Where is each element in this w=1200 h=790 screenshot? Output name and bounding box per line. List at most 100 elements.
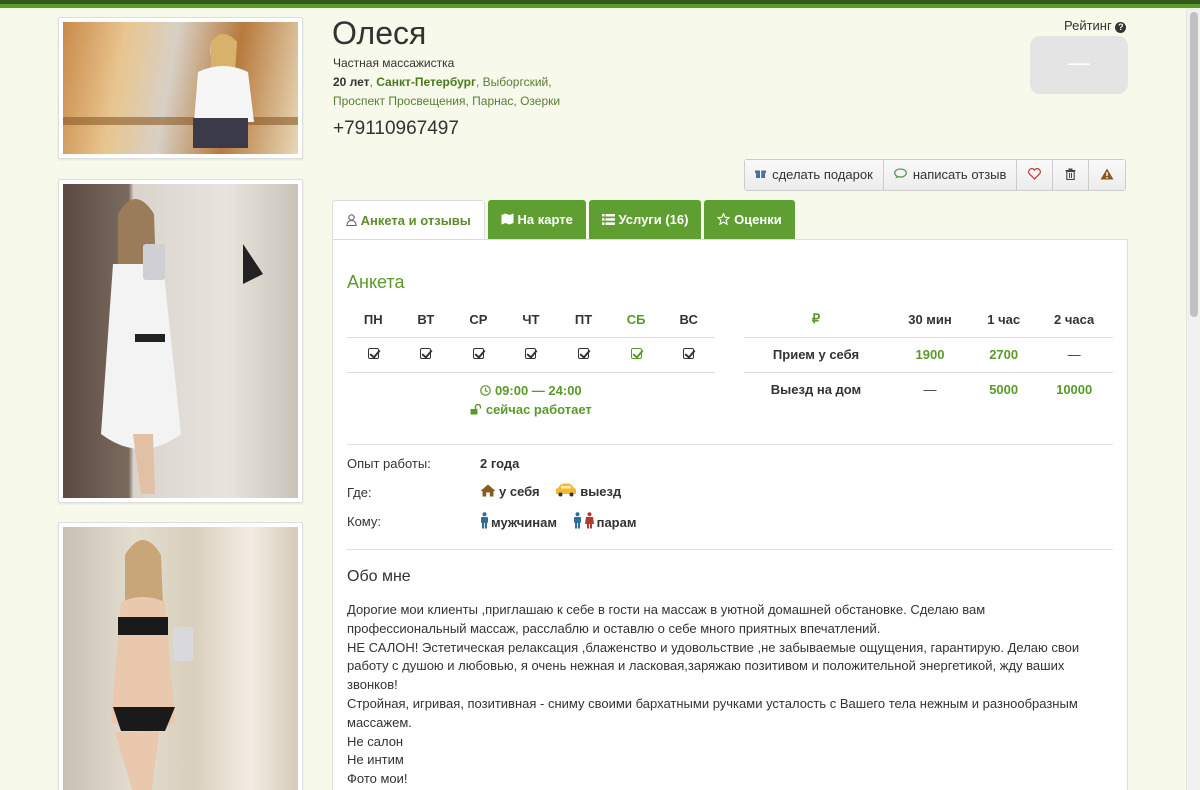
where-home: у себя	[499, 484, 540, 499]
profile-location: 20 лет, Санкт-Петербург, Выборгский, Про…	[333, 75, 561, 108]
couple-icon	[573, 512, 595, 532]
experience-value: 2 года	[480, 456, 520, 471]
top-bar	[0, 0, 1200, 8]
rating-label: Рейтинг ?	[1064, 18, 1127, 33]
check-icon	[525, 348, 537, 359]
check-icon	[420, 348, 432, 359]
delete-button[interactable]	[1053, 160, 1090, 190]
check-icon	[472, 348, 484, 359]
gift-button-label: сделать подарок	[772, 167, 873, 182]
profile-name: Олеся	[332, 15, 427, 51]
about-paragraph: Не салон	[347, 733, 404, 749]
about-heading: Обо мне	[347, 568, 411, 585]
trash-icon	[1065, 167, 1076, 182]
where-outcall: выезд	[580, 484, 622, 499]
price-column-header: 1 час	[987, 311, 1021, 327]
about-text: Дорогие мои клиенты ,приглашаю к себе в …	[347, 601, 1107, 789]
warning-icon	[1100, 167, 1114, 182]
price-row-label: Прием у себя	[744, 336, 888, 373]
experience-label: Опыт работы:	[347, 456, 431, 471]
profile-photo-1[interactable]	[58, 17, 303, 159]
day-header: ПТ	[574, 311, 593, 327]
anketa-heading: Анкета	[347, 272, 405, 292]
price-table: ₽ 30 мин 1 час 2 часа Прием у себя 1900 …	[744, 302, 1113, 407]
map-icon	[501, 212, 514, 227]
about-paragraph: Дорогие мои клиенты ,приглашаю к себе в …	[347, 602, 986, 636]
districts-line1[interactable]: , Выборгский,	[476, 75, 552, 89]
day-header: ВС	[679, 311, 698, 327]
working-status: сейчас работает	[485, 402, 592, 417]
whom-value: мужчинам парам	[480, 512, 648, 532]
check-icon	[683, 348, 695, 359]
question-circle-icon[interactable]: ?	[1115, 22, 1127, 33]
day-header-highlight: СБ	[626, 311, 646, 327]
profile-photo-3[interactable]	[58, 522, 303, 790]
price-row-label: Выезд на дом	[770, 382, 862, 398]
write-review-label: написать отзыв	[912, 167, 1007, 182]
price-cell: —	[923, 382, 937, 398]
divider	[347, 444, 1113, 445]
comment-icon	[893, 168, 910, 182]
taxi-icon	[555, 483, 577, 500]
profile-photo-2[interactable]	[58, 179, 303, 503]
profile-phone[interactable]: +79110967497	[333, 118, 459, 140]
hours-text: 09:00 — 24:00	[494, 383, 582, 398]
day-header: СР	[469, 311, 488, 327]
where-label: Где:	[347, 485, 372, 500]
tab-ratings-label: Оценки	[734, 212, 782, 227]
working-hours: 09:00 — 24:00 сейчас работает	[347, 381, 715, 419]
male-icon	[480, 512, 489, 532]
user-icon	[346, 213, 357, 228]
clock-icon	[480, 383, 492, 398]
whom-couples: парам	[596, 515, 637, 530]
page-scrollbar[interactable]	[1186, 8, 1200, 790]
action-button-group: сделать подарок написать отзыв	[744, 159, 1127, 191]
price-cell: —	[1035, 336, 1113, 373]
heart-icon	[1028, 167, 1042, 182]
about-paragraph: Стройная, игривая, позитивная - сниму св…	[347, 695, 1078, 730]
day-header: ЧТ	[522, 311, 540, 327]
check-icon	[367, 348, 379, 359]
currency-header: ₽	[811, 311, 821, 327]
day-header: ВТ	[417, 311, 435, 327]
scrollbar-thumb[interactable]	[1190, 12, 1198, 317]
tab-map-label: На карте	[517, 212, 573, 227]
report-button[interactable]	[1089, 160, 1126, 190]
tab-profile-reviews[interactable]: Анкета и отзывы	[332, 200, 485, 240]
price-cell: 1900	[888, 336, 972, 373]
price-cell: 10000	[1056, 382, 1093, 398]
price-cell: 2700	[971, 336, 1036, 373]
where-value: у себя выезд	[480, 483, 633, 500]
tab-services[interactable]: Услуги (16)	[588, 200, 702, 240]
districts-line2[interactable]: Проспект Просвещения, Парнас, Озерки	[333, 94, 560, 108]
list-icon	[601, 212, 615, 227]
write-review-button[interactable]: написать отзыв	[883, 160, 1018, 190]
schedule-table: ПН ВТ СР ЧТ ПТ СБ ВС	[347, 302, 715, 373]
tab-services-label: Услуги (16)	[618, 212, 689, 227]
unlock-icon	[470, 402, 482, 417]
price-cell: 5000	[989, 382, 1019, 398]
divider	[347, 549, 1113, 550]
about-paragraph: Фото мои!	[347, 771, 408, 787]
favorite-button[interactable]	[1017, 160, 1054, 190]
price-column-header: 2 часа	[1054, 311, 1095, 327]
home-icon	[480, 484, 496, 500]
profile-subtitle: Частная массажистка	[333, 56, 455, 70]
check-icon	[578, 348, 590, 359]
whom-label: Кому:	[347, 514, 381, 529]
city-link[interactable]: Санкт-Петербург	[376, 75, 476, 89]
tab-profile-reviews-label: Анкета и отзывы	[360, 213, 471, 228]
day-header: ПН	[363, 311, 383, 327]
profile-age: 20 лет	[333, 75, 370, 89]
profile-tabs: Анкета и отзывы На карте Услуги (16) Оце…	[332, 200, 798, 240]
rating-label-text: Рейтинг	[1064, 18, 1112, 33]
price-column-header: 30 мин	[908, 311, 952, 327]
gift-button[interactable]: сделать подарок	[745, 160, 884, 190]
about-paragraph: НЕ САЛОН! Эстетическая релаксация ,блаже…	[347, 639, 1080, 693]
star-icon	[716, 212, 732, 227]
whom-men: мужчинам	[491, 515, 557, 530]
tab-ratings[interactable]: Оценки	[704, 200, 795, 240]
about-paragraph: Не интим	[347, 752, 404, 768]
rating-value-box: —	[1030, 36, 1128, 94]
tab-map[interactable]: На карте	[487, 200, 586, 240]
